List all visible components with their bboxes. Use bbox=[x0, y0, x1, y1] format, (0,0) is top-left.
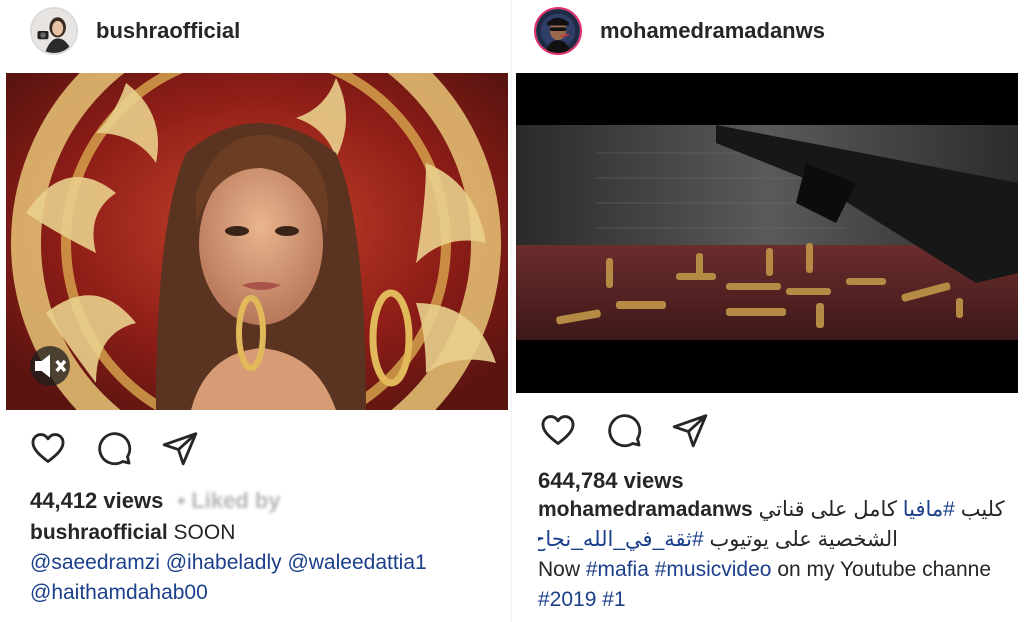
view-count: 44,412 views • Liked by bbox=[30, 488, 281, 514]
paper-plane-icon bbox=[162, 432, 198, 466]
comment-bubble-icon bbox=[608, 414, 642, 448]
paper-plane-icon bbox=[672, 414, 708, 448]
caption-text: SOON bbox=[173, 521, 236, 544]
caption-arabic-text: كليب bbox=[960, 498, 1005, 521]
video-frame-image bbox=[516, 73, 1018, 393]
caption-arabic-text: كامل على قناتي bbox=[758, 498, 897, 521]
hashtag-link[interactable]: #mafia bbox=[586, 558, 649, 581]
liked-by-text[interactable]: • Liked by bbox=[177, 488, 280, 513]
heart-icon bbox=[31, 433, 65, 463]
profile-photo-icon bbox=[32, 9, 76, 53]
heart-icon bbox=[541, 415, 575, 445]
hashtag-link[interactable]: #musicvideo bbox=[655, 558, 772, 581]
caption-arabic-text: الشخصية على يوتيوب bbox=[709, 528, 898, 551]
caption-username[interactable]: mohamedramadanws bbox=[538, 498, 753, 521]
profile-photo-icon bbox=[536, 9, 580, 53]
profile-avatar[interactable] bbox=[30, 7, 78, 55]
caption-text: on my Youtube channe bbox=[777, 558, 991, 581]
share-button[interactable] bbox=[670, 410, 710, 450]
hashtag-link[interactable]: #2019 bbox=[538, 588, 596, 611]
hashtag-link[interactable]: #مافيا bbox=[903, 498, 955, 521]
post-video[interactable] bbox=[516, 73, 1018, 393]
share-button[interactable] bbox=[160, 428, 200, 468]
mention-link[interactable]: @saeedramzi bbox=[30, 551, 160, 574]
caption-username[interactable]: bushraofficial bbox=[30, 521, 168, 544]
post-mohamedramadanws: mohamedramadanws 644,784 views mohamedra… bbox=[512, 0, 1024, 622]
like-button[interactable] bbox=[538, 410, 578, 450]
post-video[interactable] bbox=[6, 73, 508, 410]
comment-bubble-icon bbox=[98, 432, 132, 466]
hashtag-link[interactable]: #ثقة_في_الله_نجاح bbox=[538, 528, 704, 551]
post-header: mohamedramadanws bbox=[512, 0, 1024, 62]
comment-button[interactable] bbox=[604, 410, 644, 450]
video-frame-image bbox=[6, 73, 508, 410]
hashtag-link[interactable]: #1 bbox=[602, 588, 625, 611]
speaker-muted-icon bbox=[35, 354, 67, 378]
mention-link[interactable]: @ihabeladly bbox=[166, 551, 282, 574]
post-actions bbox=[538, 410, 736, 450]
mention-link[interactable]: @haithamdahab00 bbox=[30, 581, 208, 604]
mute-toggle-button[interactable] bbox=[30, 346, 70, 386]
profile-avatar[interactable] bbox=[534, 7, 582, 55]
post-caption: bushraofficial SOON @saeedramzi @ihabela… bbox=[30, 518, 510, 608]
post-actions bbox=[28, 428, 226, 468]
view-count: 644,784 views bbox=[538, 468, 684, 494]
views-text: 44,412 views bbox=[30, 488, 164, 513]
views-text: 644,784 views bbox=[538, 468, 684, 493]
post-username[interactable]: bushraofficial bbox=[96, 18, 240, 44]
like-button[interactable] bbox=[28, 428, 68, 468]
mention-link[interactable]: @waleedattia1 bbox=[287, 551, 426, 574]
post-bushraofficial: bushraofficial 44,412 views • Liked by b… bbox=[0, 0, 512, 622]
post-caption: mohamedramadanws كليب #مافيا كامل على قن… bbox=[538, 495, 1024, 615]
post-header: bushraofficial bbox=[0, 0, 512, 62]
post-username[interactable]: mohamedramadanws bbox=[600, 18, 825, 44]
comment-button[interactable] bbox=[94, 428, 134, 468]
caption-text: Now bbox=[538, 558, 581, 581]
